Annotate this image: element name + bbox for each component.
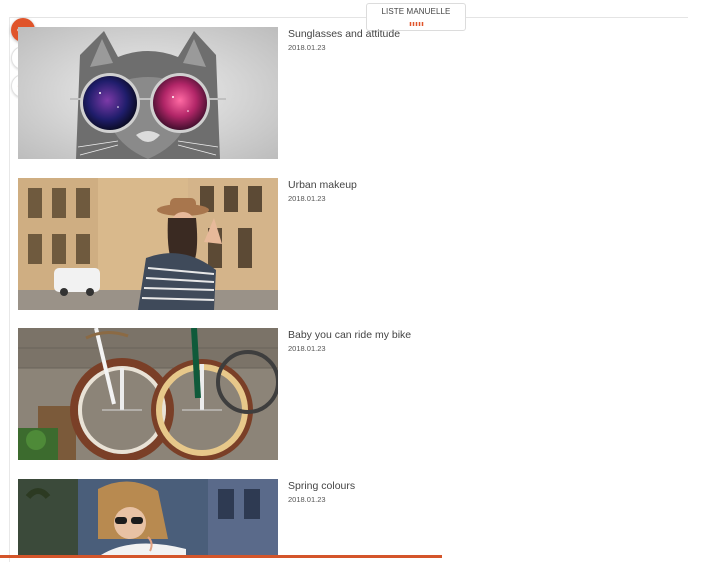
list-item[interactable]: Baby you can ride my bike 2018.01.23 [18, 328, 438, 460]
item-title: Sunglasses and attitude [288, 28, 401, 40]
item-date: 2018.01.23 [288, 194, 326, 203]
list-item[interactable]: Spring colours 2018.01.23 [18, 479, 438, 557]
item-title: Urban makeup [288, 179, 357, 191]
tab-label: LISTE MANUELLE [381, 7, 451, 16]
item-date: 2018.01.23 [288, 495, 326, 504]
item-title: Baby you can ride my bike [288, 329, 412, 341]
drag-handle-icon[interactable] [409, 22, 424, 26]
woman-with-hat-in-street-photo[interactable] [18, 178, 278, 310]
cat-with-sunglasses-photo[interactable] [18, 27, 278, 159]
vintage-bicycles-photo[interactable] [18, 328, 278, 460]
item-date: 2018.01.23 [288, 344, 326, 353]
item-title: Spring colours [288, 480, 356, 492]
left-divider [9, 17, 10, 562]
bottom-accent-bar [0, 555, 442, 558]
list-item[interactable]: Urban makeup 2018.01.23 [18, 178, 438, 310]
header-divider [10, 17, 688, 18]
list-item[interactable]: Sunglasses and attitude 2018.01.23 [18, 27, 438, 159]
item-date: 2018.01.23 [288, 43, 326, 52]
woman-with-sunglasses-photo[interactable] [18, 479, 278, 557]
